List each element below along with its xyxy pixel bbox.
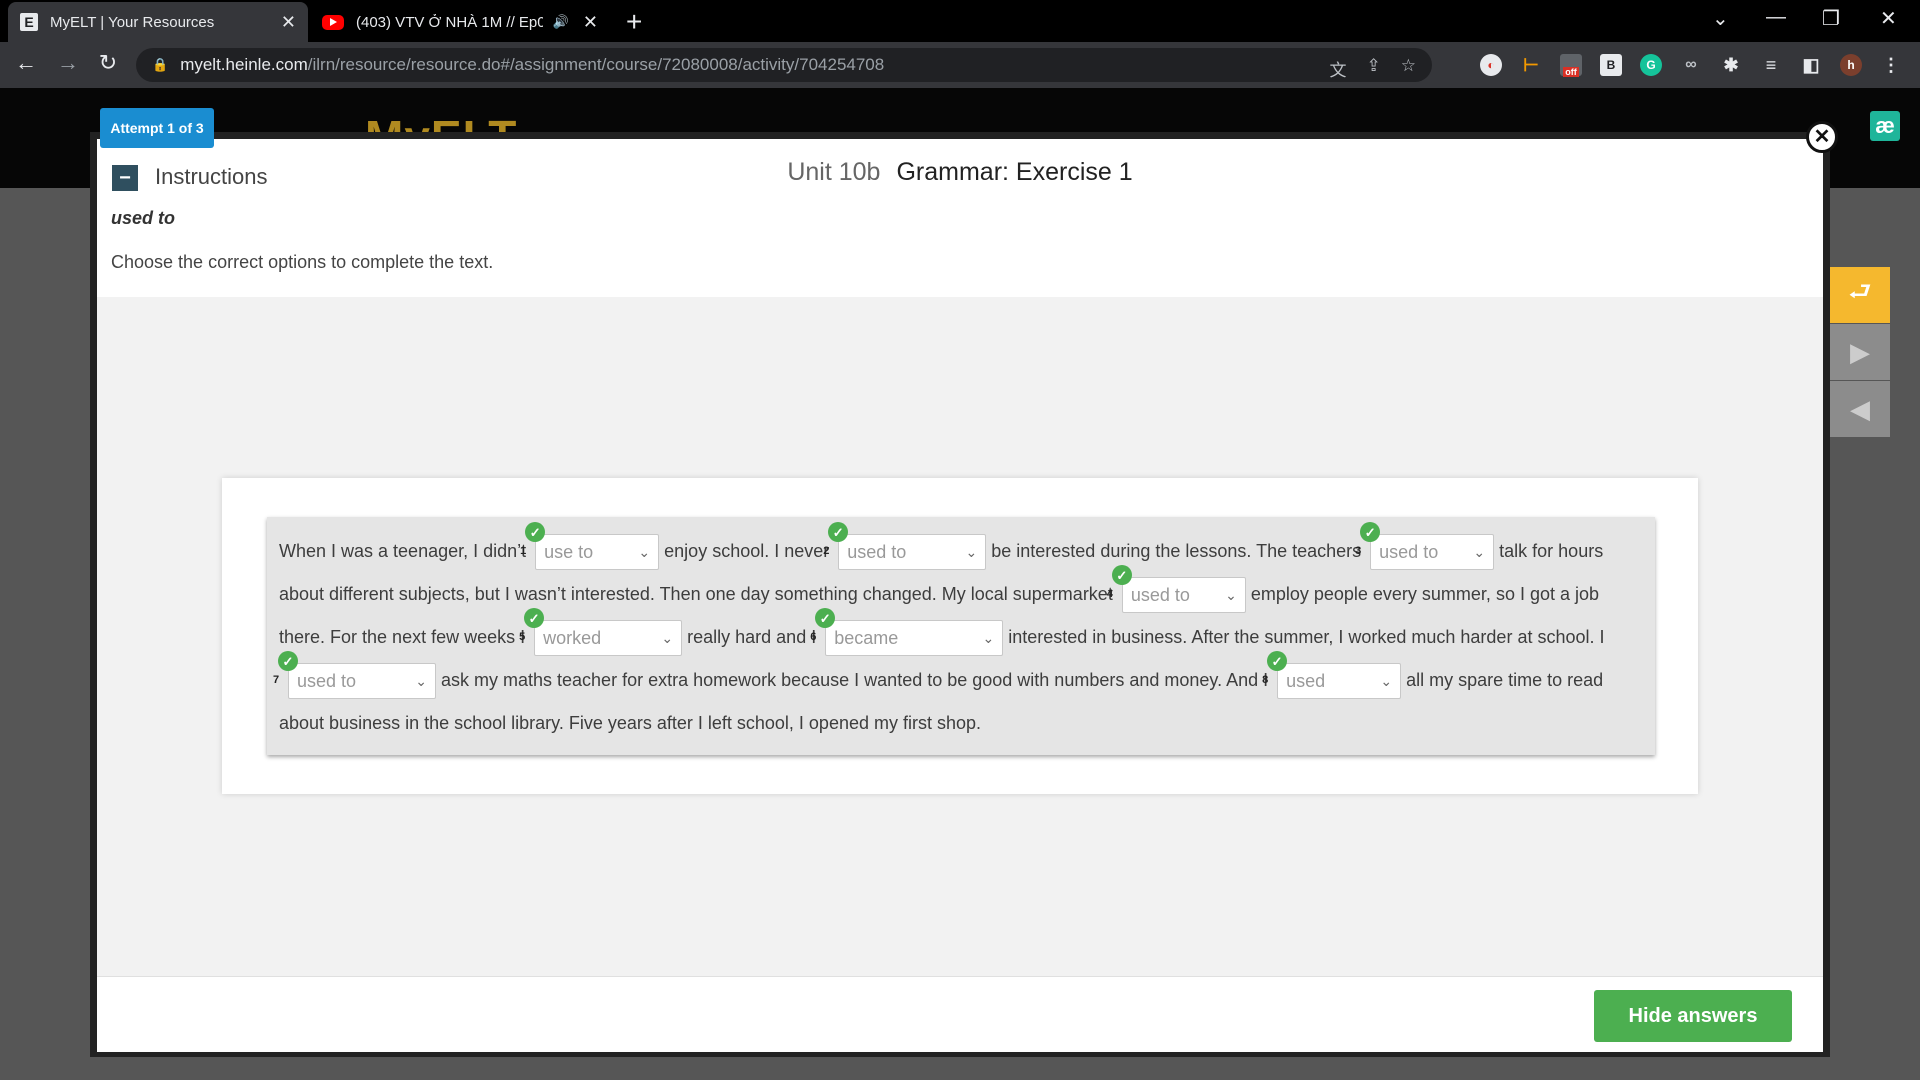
return-arrow-icon[interactable]: ⮐: [1830, 267, 1890, 323]
minimize-icon[interactable]: —: [1766, 6, 1786, 29]
answer-dropdown-4[interactable]: used to ⌄: [1121, 577, 1246, 614]
passage-segment: really hard and I: [687, 627, 817, 647]
dropdown-value: used to: [297, 671, 357, 692]
close-tab-icon[interactable]: ✕: [281, 12, 296, 33]
close-window-icon[interactable]: ✕: [1880, 6, 1897, 31]
exercise-name: Grammar: Exercise 1: [896, 158, 1133, 186]
lock-icon[interactable]: 🔒: [152, 57, 168, 73]
restore-icon[interactable]: ❐: [1822, 6, 1840, 31]
chevron-down-icon: ⌄: [965, 544, 978, 561]
correct-check-icon: ✓: [1111, 565, 1132, 586]
gap-2: 2 ✓ used to ⌄: [823, 522, 987, 571]
dropdown-value: used: [1286, 671, 1326, 692]
dropdown-value: became: [834, 628, 899, 649]
extension-pin-icon[interactable]: ⊢: [1520, 54, 1542, 76]
tab-title: MyELT | Your Resources: [50, 13, 215, 31]
media-control-icon[interactable]: ≡: [1760, 54, 1782, 76]
address-bar[interactable]: 🔒 myelt.heinle.com/ilrn/resource/resourc…: [136, 48, 1432, 82]
chevron-down-icon: ⌄: [1473, 544, 1486, 561]
close-modal-button[interactable]: ✕: [1806, 121, 1838, 153]
answer-dropdown-6[interactable]: became ⌄: [825, 620, 1004, 657]
chevron-down-icon: ⌄: [415, 673, 427, 690]
answer-dropdown-8[interactable]: used ⌄: [1277, 663, 1402, 700]
answer-dropdown-7[interactable]: used to ⌄: [288, 663, 436, 700]
extension-adblock-icon[interactable]: off: [1560, 54, 1582, 77]
bookmark-star-icon[interactable]: ☆: [1401, 56, 1416, 81]
url-path: /ilrn/resource/resource.do#/assignment/c…: [307, 55, 885, 74]
dropdown-value: used to: [1130, 585, 1190, 606]
dropdown-value: used to: [1379, 542, 1439, 563]
chevron-down-icon: ⌄: [661, 630, 674, 647]
side-panel-icon[interactable]: ◧: [1800, 54, 1822, 76]
passage-segment: ask my maths teacher for extra homework …: [441, 670, 1269, 690]
answer-dropdown-2[interactable]: used to ⌄: [838, 534, 987, 571]
dropdown-value: worked: [543, 628, 602, 649]
tab-myelt[interactable]: E MyELT | Your Resources ✕: [8, 2, 308, 42]
reload-icon[interactable]: ↻: [94, 50, 122, 76]
answer-dropdown-1[interactable]: use to ⌄: [535, 534, 660, 571]
extension-b-icon[interactable]: B: [1600, 54, 1622, 76]
tab-youtube[interactable]: (403) VTV Ở NHÀ 1M // Ep05 🔊 ✕: [310, 2, 610, 42]
exercise-title: Unit 10b Grammar: Exercise 1: [0, 158, 1920, 187]
omnibox-actions: 文 ⇪ ☆: [1330, 56, 1417, 81]
profile-avatar[interactable]: h: [1840, 54, 1862, 76]
translate-icon[interactable]: 文: [1330, 56, 1347, 81]
chevron-down-icon: ⌄: [1380, 673, 1393, 690]
url-host: myelt.heinle.com: [180, 55, 308, 74]
chevron-down-icon: ⌄: [638, 544, 651, 561]
chevron-down-icon: ⌄: [1225, 587, 1237, 604]
gap-4: 4 ✓ used to ⌄: [1107, 565, 1246, 614]
dropdown-value: used to: [847, 542, 907, 563]
chevron-down-icon: ⌄: [982, 630, 995, 647]
extensions-puzzle-icon[interactable]: ✱: [1720, 54, 1742, 76]
extension-colorwheel-icon[interactable]: ◐: [1480, 54, 1502, 76]
myelt-favicon-icon: E: [20, 13, 38, 31]
grammarly-icon[interactable]: G: [1640, 54, 1662, 76]
gap-1: 1 ✓ use to ⌄: [520, 522, 660, 571]
passage-segment: When I was a teenager, I didn’t: [279, 541, 527, 561]
back-icon[interactable]: ←: [12, 50, 40, 76]
browser-toolbar: ← → ↻ 🔒 myelt.heinle.com/ilrn/resource/r…: [0, 42, 1920, 88]
answer-dropdown-5[interactable]: worked ⌄: [534, 620, 683, 657]
grammar-topic: used to: [111, 208, 176, 228]
attempt-badge: Attempt 1 of 3: [100, 108, 214, 148]
youtube-icon: [322, 14, 344, 30]
new-tab-icon[interactable]: +: [626, 6, 642, 38]
next-arrow-icon[interactable]: ▶: [1830, 324, 1890, 380]
share-icon[interactable]: ⇪: [1367, 56, 1381, 81]
modal-footer-divider: [97, 976, 1823, 977]
close-tab-icon[interactable]: ✕: [583, 12, 598, 33]
tab-search-chevron-icon[interactable]: ⌄: [1712, 6, 1729, 31]
extension-off-badge: off: [1563, 67, 1579, 77]
previous-arrow-icon[interactable]: ◀: [1830, 381, 1890, 437]
hide-answers-button[interactable]: Hide answers: [1594, 990, 1792, 1042]
tab-title: (403) VTV Ở NHÀ 1M // Ep05: [356, 13, 543, 31]
answer-dropdown-3[interactable]: used to ⌄: [1370, 534, 1495, 571]
forward-icon[interactable]: →: [54, 50, 82, 76]
browser-menu-icon[interactable]: ⋮: [1880, 54, 1902, 76]
gap-fill-passage: When I was a teenager, I didn’t 1 ✓ use to ⌄…: [267, 517, 1655, 755]
gap-6: 6 ✓ became ⌄: [810, 608, 1004, 657]
passage-segment: interested in business. After the summer…: [1008, 627, 1605, 647]
brand-logo-icon[interactable]: æ: [1870, 111, 1900, 141]
passage-segment: enjoy school. I never: [664, 541, 830, 561]
passage-text: When I was a teenager, I didn’t 1 ✓ use to ⌄…: [273, 522, 1643, 745]
gap-5: 5 ✓ worked ⌄: [519, 608, 683, 657]
gap-number: 4: [1106, 588, 1113, 601]
audio-playing-icon[interactable]: 🔊: [553, 14, 569, 30]
exercise-direction: Choose the correct options to complete t…: [111, 252, 494, 272]
browser-tab-strip: E MyELT | Your Resources ✕ (403) VTV Ở N…: [0, 0, 1920, 42]
gap-3: 3 ✓ used to ⌄: [1355, 522, 1495, 571]
extension-glasses-icon[interactable]: ∞: [1680, 54, 1702, 76]
dropdown-value: use to: [544, 542, 594, 563]
gap-7: 7 ✓ used to ⌄: [273, 651, 436, 700]
gap-8: 8 ✓ used ⌄: [1262, 651, 1402, 700]
passage-segment: be interested during the lessons. The te…: [991, 541, 1362, 561]
unit-label: Unit 10b: [787, 158, 881, 186]
